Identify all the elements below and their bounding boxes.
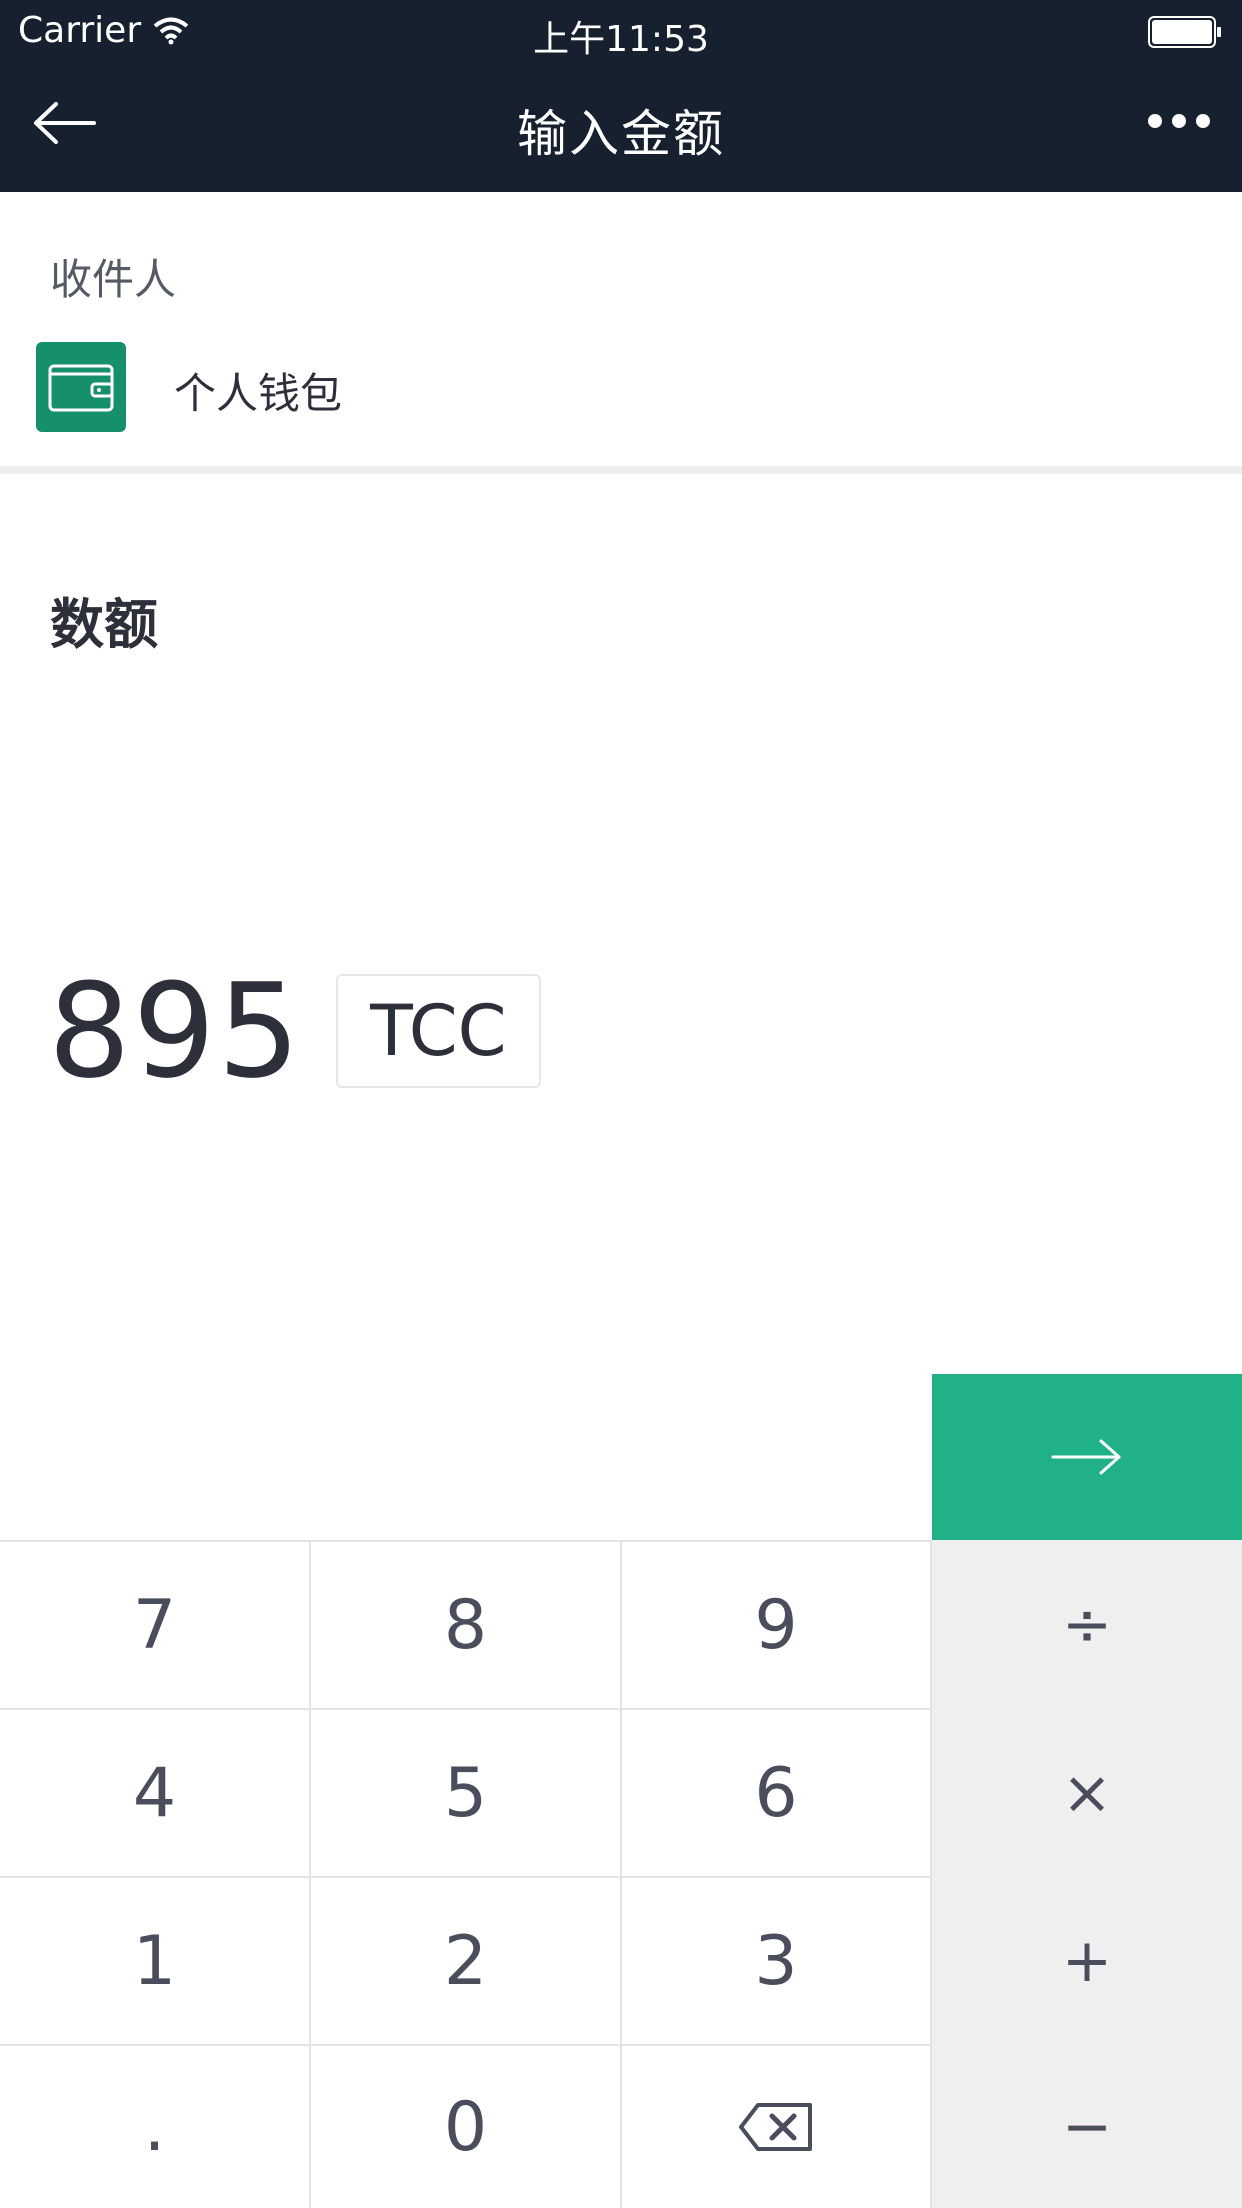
status-bar: Carrier 上午11:53 bbox=[0, 0, 1242, 62]
amount-value: 895 bbox=[48, 955, 303, 1107]
page-title: 输入金额 bbox=[517, 105, 725, 163]
key-3[interactable]: 3 bbox=[622, 1876, 932, 2044]
key-5[interactable]: 5 bbox=[311, 1708, 622, 1876]
key-0[interactable]: 0 bbox=[311, 2044, 622, 2208]
key-1[interactable]: 1 bbox=[0, 1876, 311, 2044]
recipient-label: 收件人 bbox=[50, 255, 177, 304]
key-7[interactable]: 7 bbox=[0, 1540, 311, 1708]
amount-display: 895 TCC bbox=[48, 955, 541, 1107]
key-minus[interactable]: − bbox=[932, 2044, 1242, 2208]
key-2[interactable]: 2 bbox=[311, 1876, 622, 2044]
key-multiply[interactable]: × bbox=[932, 1708, 1242, 1876]
amount-label: 数额 bbox=[50, 593, 158, 656]
section-divider bbox=[0, 466, 1242, 474]
submit-button[interactable] bbox=[932, 1374, 1242, 1540]
backspace-icon bbox=[739, 2103, 812, 2151]
currency-selector[interactable]: TCC bbox=[336, 974, 541, 1088]
key-plus[interactable]: + bbox=[932, 1876, 1242, 2044]
key-8[interactable]: 8 bbox=[311, 1540, 622, 1708]
arrow-right-icon bbox=[1051, 1439, 1121, 1475]
battery-icon bbox=[1148, 16, 1221, 48]
more-dots-icon[interactable] bbox=[1146, 110, 1212, 132]
recipient-section: 收件人 个人钱包 bbox=[0, 192, 1242, 468]
status-time: 上午11:53 bbox=[533, 19, 709, 60]
numeric-keypad: 7 8 9 ÷ 4 5 6 × 1 2 3 + . 0 − bbox=[0, 1540, 1242, 2208]
key-4[interactable]: 4 bbox=[0, 1708, 311, 1876]
key-decimal[interactable]: . bbox=[0, 2044, 311, 2208]
key-divide[interactable]: ÷ bbox=[932, 1540, 1242, 1708]
navigation-bar: 输入金额 bbox=[0, 62, 1242, 192]
key-6[interactable]: 6 bbox=[622, 1708, 932, 1876]
wallet-name[interactable]: 个人钱包 bbox=[174, 360, 342, 421]
key-backspace[interactable] bbox=[622, 2044, 932, 2208]
key-9[interactable]: 9 bbox=[622, 1540, 932, 1708]
wallet-icon bbox=[36, 342, 126, 432]
